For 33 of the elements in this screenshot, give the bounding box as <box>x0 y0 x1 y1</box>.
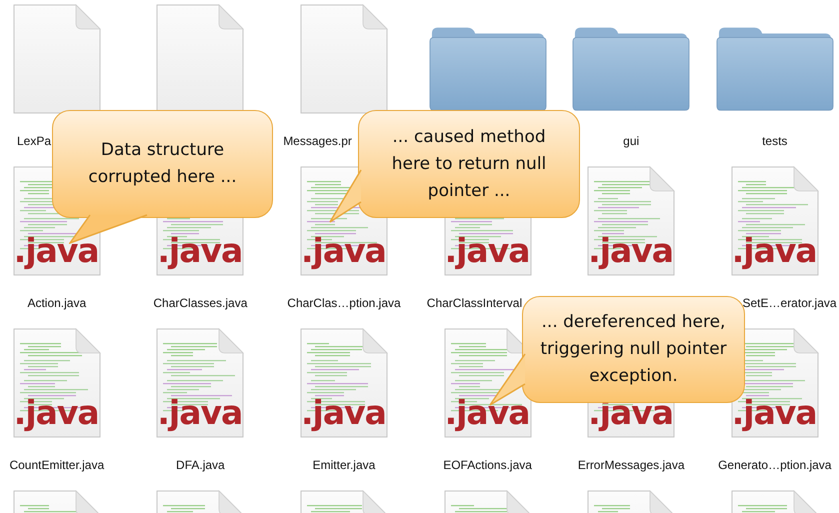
file-name[interactable]: CharClas…ption.java <box>287 295 401 311</box>
file-name[interactable]: Generato…ption.java <box>718 457 832 473</box>
file-name[interactable]: CharClasses.java <box>153 295 248 311</box>
file-name[interactable]: gui <box>623 133 640 149</box>
file-name[interactable]: DFA.java <box>176 457 225 473</box>
file-name[interactable]: LexPa <box>0 133 52 149</box>
java-file-icon[interactable] <box>586 165 676 277</box>
java-file-icon[interactable] <box>298 327 389 439</box>
file-type-text: .java <box>14 396 99 429</box>
file-type-text: .java <box>300 234 386 267</box>
document-icon[interactable] <box>298 3 389 115</box>
file-name[interactable]: Action.java <box>27 295 86 311</box>
file-type-text: .java <box>444 234 530 267</box>
java-file-icon[interactable] <box>730 327 820 439</box>
file-type-text: .java <box>157 234 242 267</box>
file-name[interactable]: CountEmitter.java <box>9 457 104 473</box>
file-name[interactable]: Emitter.java <box>312 457 376 473</box>
file-name[interactable]: CharClassInterval <box>416 295 522 311</box>
file-name[interactable]: EOFActions.java <box>443 457 532 473</box>
file-type-text: .java <box>732 234 817 267</box>
file-type-text: .java <box>300 396 386 429</box>
file-type-text: .java <box>14 234 99 267</box>
file-type-text: .java <box>588 234 674 267</box>
java-file-icon[interactable] <box>730 165 820 277</box>
file-name[interactable]: SetE…erator.java <box>742 295 839 311</box>
file-name[interactable]: ErrorMessages.java <box>578 457 685 473</box>
java-file-icon[interactable] <box>155 327 246 439</box>
file-name[interactable]: Messages.pr <box>272 133 352 149</box>
file-name[interactable]: tests <box>762 133 788 149</box>
java-file-icon[interactable] <box>12 327 102 439</box>
file-type-text: .java <box>157 396 242 429</box>
callout-pointer <box>329 169 362 223</box>
document-icon[interactable] <box>12 3 102 115</box>
